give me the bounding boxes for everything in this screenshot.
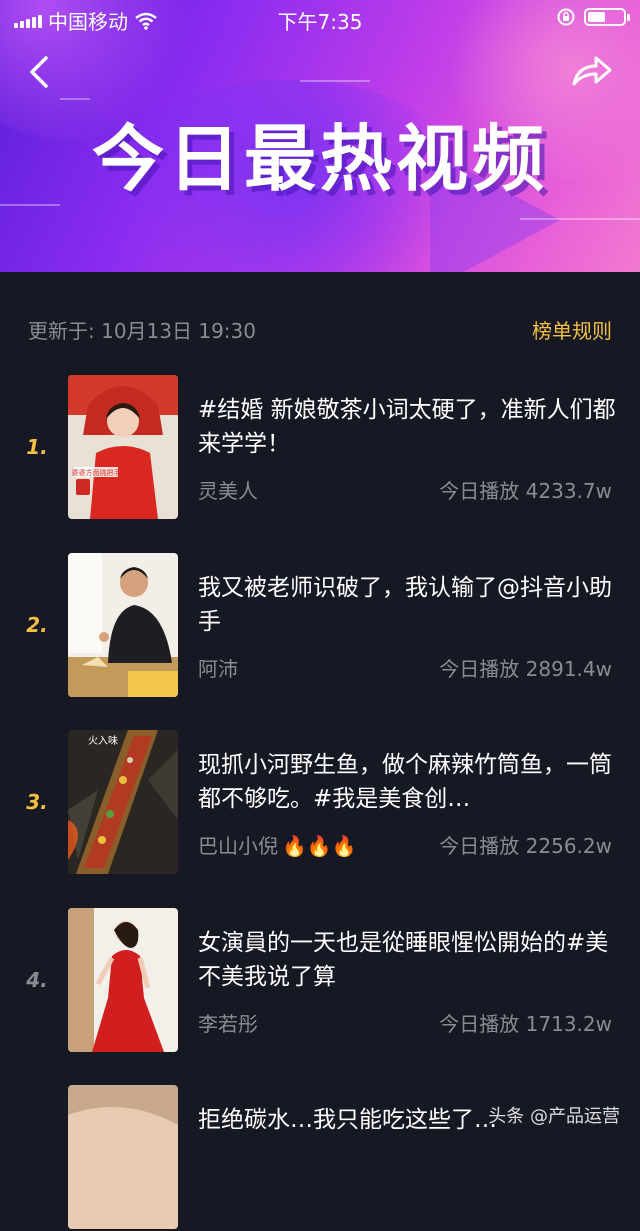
rank-number: 4.: [26, 968, 48, 992]
thumbnail-image: [68, 1085, 178, 1229]
video-thumbnail[interactable]: 婆婆方面挑把手: [68, 375, 178, 519]
status-right: [556, 7, 630, 27]
share-button[interactable]: [570, 52, 614, 92]
status-time: 下午7:35: [277, 10, 363, 34]
list-item[interactable]: 1. 婆婆方面挑把手 #结婚 新娘敬茶小词太硬了，准新人们都来学学！ 灵美人 今…: [0, 375, 640, 521]
video-title[interactable]: #结婚 新娘敬茶小词太硬了，准新人们都来学学！: [198, 393, 618, 461]
rank-number: 2.: [26, 613, 48, 637]
video-title[interactable]: 现抓小河野生鱼，做个麻辣竹筒鱼，一筒都不够吃。#我是美食创…: [198, 748, 618, 816]
update-time: 更新于: 10月13日 19:30: [28, 319, 256, 343]
chevron-left-icon: [30, 56, 48, 88]
status-bar: 中国移动 下午7:35: [0, 0, 640, 36]
author-name[interactable]: 巴山小倪 🔥🔥🔥: [198, 830, 357, 859]
play-count: 今日播放 4233.7w: [439, 479, 612, 503]
video-thumbnail[interactable]: 火入味: [68, 730, 178, 874]
watermark: 头条 @产品运营: [488, 1106, 620, 1127]
thumbnail-caption: 婆婆方面挑把手: [72, 468, 121, 477]
list-item[interactable]: 4. 女演員的一天也是從睡眼惺忪開始的#美不美我说了算 李若彤 今日播放 171…: [0, 908, 640, 1054]
list-meta-row: 更新于: 10月13日 19:30 榜单规则: [28, 315, 612, 345]
list-item[interactable]: 2. 我又被老师识破了，我认输了@抖音小助手 阿沛 今日播放 2891.4w: [0, 553, 640, 699]
banner-decoration: [300, 80, 370, 82]
battery-icon: [584, 8, 630, 26]
battery-level: [588, 12, 605, 22]
fire-emoji-badge: 🔥🔥🔥: [282, 834, 357, 858]
thumbnail-caption: 火入味: [88, 735, 118, 747]
video-thumbnail[interactable]: [68, 553, 178, 697]
rank-number: 3.: [26, 790, 48, 814]
rotation-lock-icon: [557, 8, 575, 26]
video-thumbnail[interactable]: [68, 908, 178, 1052]
share-arrow-icon: [572, 56, 612, 86]
page-title: 今日最热视频: [91, 117, 548, 201]
author-name[interactable]: 阿沛: [198, 653, 238, 682]
author-name[interactable]: 李若彤: [198, 1008, 258, 1037]
video-thumbnail[interactable]: [68, 1085, 178, 1229]
video-title[interactable]: 女演員的一天也是從睡眼惺忪開始的#美不美我说了算: [198, 926, 618, 994]
play-count: 今日播放 2256.2w: [439, 834, 612, 858]
ranking-rules-link[interactable]: 榜单规则: [532, 315, 612, 344]
author-label: 巴山小倪: [198, 834, 278, 858]
banner-decoration: [520, 218, 640, 220]
play-count: 今日播放 2891.4w: [439, 657, 612, 681]
thumbnail-image: 婆婆方面挑把手: [68, 375, 178, 519]
video-title[interactable]: 我又被老师识破了，我认输了@抖音小助手: [198, 571, 618, 639]
author-name[interactable]: 灵美人: [198, 475, 258, 504]
thumbnail-image: [68, 908, 178, 1052]
list-item[interactable]: 3. 火入味 现抓小河野生鱼，做个麻辣竹筒鱼，一筒都不够吃。#我是美食创… 巴山…: [0, 730, 640, 876]
header-banner: 中国移动 下午7:35 今日最热视频: [0, 0, 640, 272]
thumbnail-image: 火入味: [68, 730, 178, 874]
thumbnail-image: [68, 553, 178, 697]
play-count: 今日播放 1713.2w: [439, 1012, 612, 1036]
rank-number: 1.: [26, 435, 48, 459]
back-button[interactable]: [22, 52, 62, 92]
